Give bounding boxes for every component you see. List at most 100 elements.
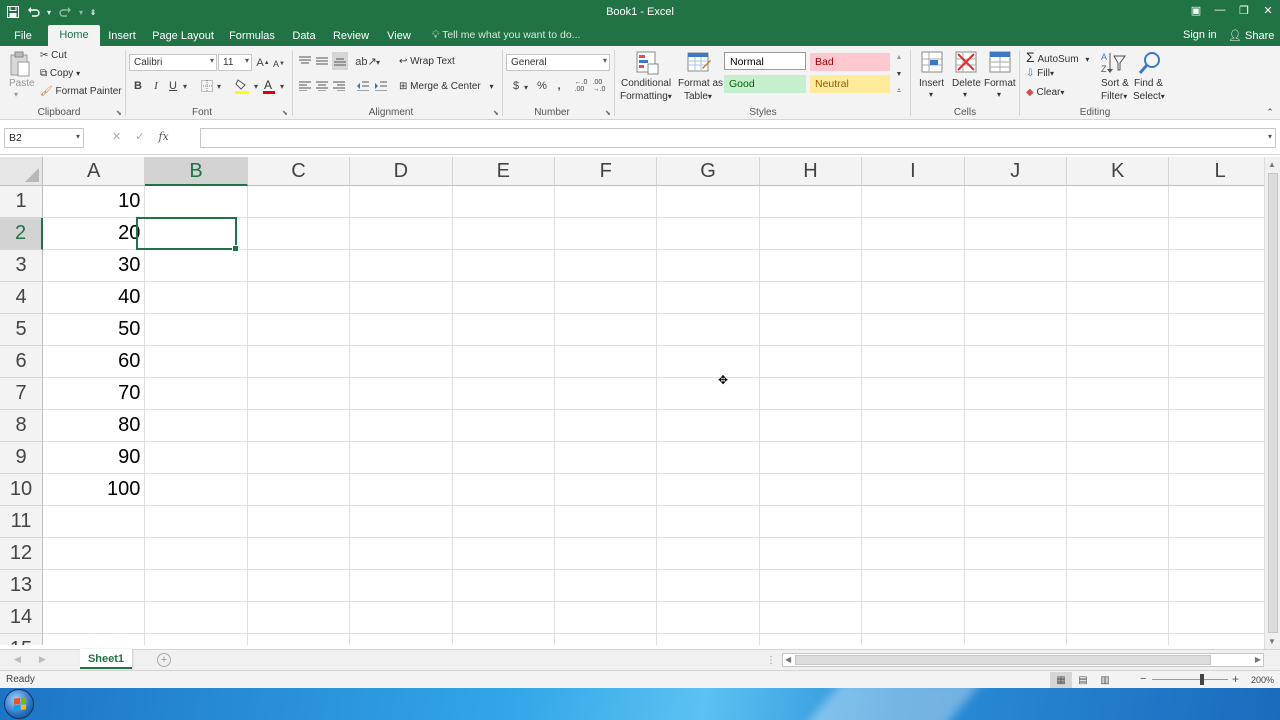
cell-f11[interactable] [555, 506, 658, 538]
cell-h10[interactable] [759, 474, 863, 506]
row-header-12[interactable]: 12 [0, 538, 43, 570]
cell-k10[interactable] [1067, 474, 1170, 506]
zoom-out-button[interactable]: − [1140, 673, 1146, 685]
cell-b14[interactable] [145, 602, 248, 634]
cell-c8[interactable] [247, 410, 351, 442]
increase-decimal-icon[interactable]: ←.0.00 [574, 79, 588, 93]
cell-l7[interactable] [1169, 378, 1264, 410]
cell-g11[interactable] [657, 506, 760, 538]
cell-g2[interactable] [657, 218, 760, 250]
cell-j1[interactable] [964, 186, 1067, 218]
wrap-text-button[interactable]: ↩ Wrap Text [399, 56, 455, 67]
paste-button[interactable]: Paste [9, 78, 35, 89]
sheet-tab-sheet1[interactable]: Sheet1 [80, 649, 132, 669]
cell-h7[interactable] [759, 378, 863, 410]
zoom-in-button[interactable]: + [1232, 672, 1239, 686]
cell-b5[interactable] [145, 314, 248, 346]
expand-formula-bar-icon[interactable]: ▾ [1268, 132, 1272, 141]
cell-e5[interactable] [452, 314, 555, 346]
cell-j15[interactable] [965, 634, 1067, 645]
cancel-entry-icon[interactable]: ✕ [112, 130, 121, 143]
column-header-j[interactable]: J [964, 157, 1067, 186]
cell-f9[interactable] [555, 442, 658, 474]
cell-g5[interactable] [657, 314, 760, 346]
cell-d13[interactable] [350, 570, 453, 602]
row-header-5[interactable]: 5 [0, 314, 43, 346]
cell-i11[interactable] [862, 506, 965, 538]
format-cells-button[interactable]: Format [984, 78, 1016, 89]
column-header-c[interactable]: C [247, 157, 351, 186]
cell-l4[interactable] [1169, 282, 1264, 314]
column-header-h[interactable]: H [759, 157, 863, 186]
clear-button[interactable]: ◆ Clear▾ [1026, 87, 1064, 98]
cell-j7[interactable] [964, 378, 1067, 410]
cell-h9[interactable] [759, 442, 863, 474]
next-sheet-icon[interactable]: ▶ [39, 654, 46, 665]
conditional-formatting-button[interactable]: Formatting▾ [620, 91, 672, 102]
enter-entry-icon[interactable]: ✓ [135, 130, 144, 143]
column-header-f[interactable]: F [555, 157, 658, 186]
name-box[interactable]: B2 ▾ [4, 128, 84, 148]
cell-c11[interactable] [247, 506, 351, 538]
cell-h11[interactable] [759, 506, 863, 538]
cell-f5[interactable] [555, 314, 658, 346]
cell-k2[interactable] [1067, 218, 1170, 250]
page-break-preview-icon[interactable]: ▥ [1094, 672, 1116, 688]
insert-cells-button[interactable]: Insert [919, 78, 944, 89]
cell-k14[interactable] [1067, 602, 1170, 634]
cell-k4[interactable] [1067, 282, 1170, 314]
cell-i1[interactable] [862, 186, 965, 218]
cell-f12[interactable] [555, 538, 658, 570]
cell-a11[interactable] [43, 506, 146, 538]
styles-more-icon[interactable]: ⩡ [894, 84, 904, 98]
cell-i10[interactable] [862, 474, 965, 506]
format-as-table-label-1[interactable]: Format as [678, 78, 723, 89]
alignment-launcher-icon[interactable]: ⬊ [493, 109, 499, 117]
cell-b6[interactable] [145, 346, 248, 378]
middle-align-icon[interactable] [315, 54, 329, 68]
cell-l1[interactable] [1169, 186, 1264, 218]
ribbon-display-options-icon[interactable]: ▣ [1184, 0, 1208, 20]
cell-h2[interactable] [759, 218, 863, 250]
cell-e7[interactable] [452, 378, 555, 410]
page-layout-view-icon[interactable]: ▤ [1072, 672, 1094, 688]
cell-d5[interactable] [350, 314, 453, 346]
cell-d11[interactable] [350, 506, 453, 538]
cell-f10[interactable] [555, 474, 658, 506]
cell-l6[interactable] [1169, 346, 1264, 378]
cell-a15[interactable] [43, 634, 146, 645]
cell-j13[interactable] [964, 570, 1067, 602]
column-header-a[interactable]: A [43, 157, 146, 186]
conditional-formatting-icon[interactable] [634, 50, 660, 76]
cell-e4[interactable] [452, 282, 555, 314]
cell-c13[interactable] [247, 570, 351, 602]
cell-h6[interactable] [759, 346, 863, 378]
cell-e11[interactable] [452, 506, 555, 538]
row-header-7[interactable]: 7 [0, 378, 43, 410]
cell-a5[interactable]: 50 [43, 314, 146, 346]
font-color-dropdown-icon[interactable]: ▾ [278, 79, 286, 93]
cell-d7[interactable] [350, 378, 453, 410]
cell-a14[interactable] [43, 602, 146, 634]
cell-l13[interactable] [1169, 570, 1264, 602]
cell-d3[interactable] [350, 250, 453, 282]
cell-b13[interactable] [145, 570, 248, 602]
paste-dropdown-icon[interactable]: ▾ [14, 90, 18, 99]
fill-color-dropdown-icon[interactable]: ▾ [252, 79, 260, 93]
cell-i4[interactable] [862, 282, 965, 314]
increase-font-size-icon[interactable]: A ▲ [256, 55, 270, 71]
cell-h8[interactable] [759, 410, 863, 442]
cell-l14[interactable] [1169, 602, 1264, 634]
cell-g6[interactable] [657, 346, 760, 378]
format-cells-icon[interactable] [988, 50, 1014, 76]
cell-f1[interactable] [555, 186, 658, 218]
align-right-icon[interactable] [332, 80, 346, 92]
cell-l15[interactable] [1169, 634, 1264, 645]
cell-c5[interactable] [247, 314, 351, 346]
cell-e14[interactable] [452, 602, 555, 634]
cell-a12[interactable] [43, 538, 146, 570]
increase-indent-icon[interactable] [374, 80, 388, 92]
orientation-dropdown-icon[interactable]: ▾ [374, 55, 382, 69]
cell-l9[interactable] [1169, 442, 1264, 474]
cell-a13[interactable] [43, 570, 146, 602]
